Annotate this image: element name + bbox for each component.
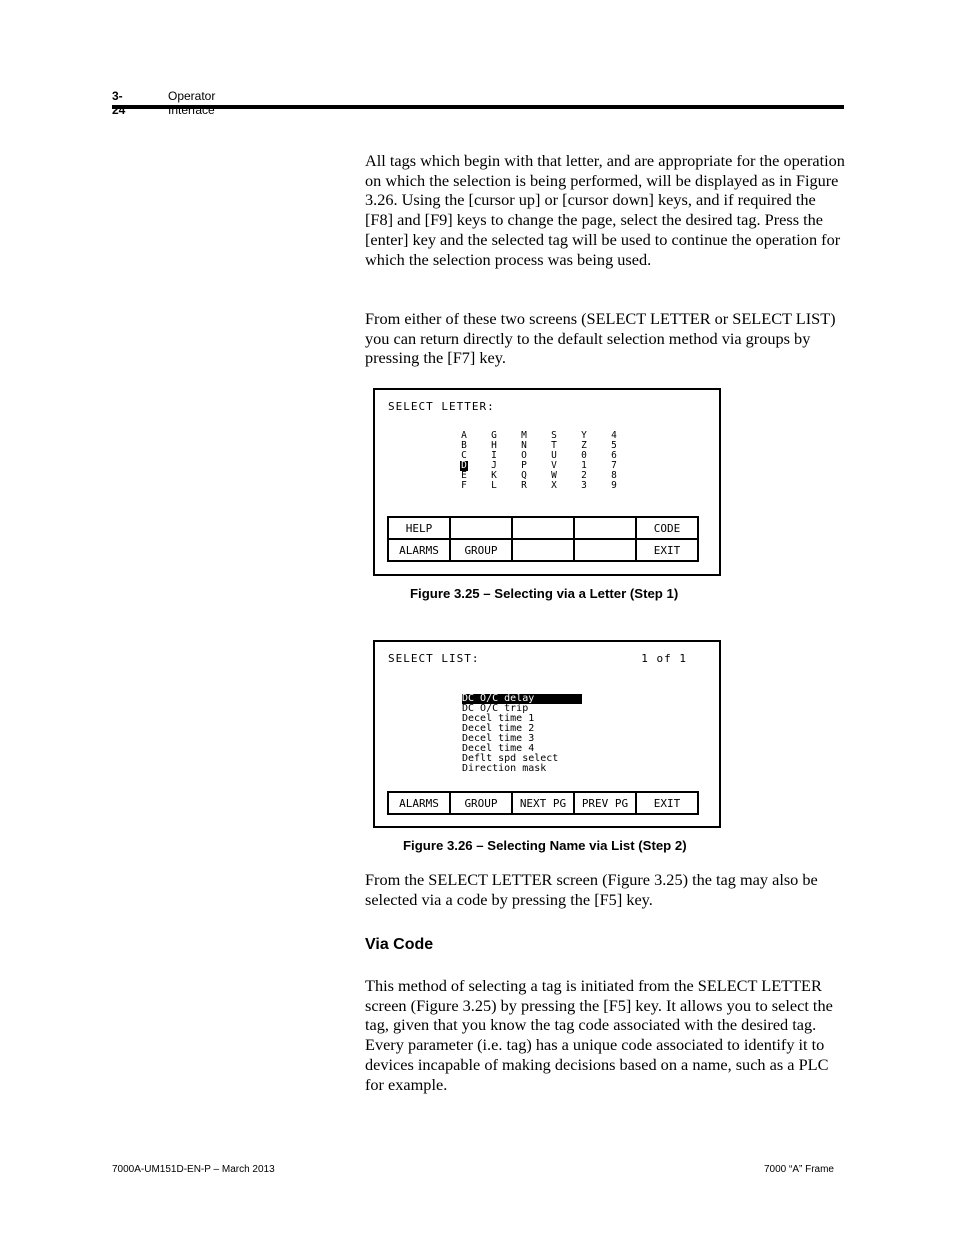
fkey-empty — [449, 516, 513, 540]
paragraph-tag-list: All tags which begin with that letter, a… — [365, 151, 845, 269]
fkey-group[interactable]: GROUP — [449, 538, 513, 562]
letter-grid: ABCDEFGHIJKLMNOPQRSTUVWXYZ0123456789 — [460, 431, 640, 491]
fkey-help[interactable]: HELP — [387, 516, 451, 540]
letter-column: ABCDEF — [460, 431, 490, 491]
paragraph-code-select: From the SELECT LETTER screen (Figure 3.… — [365, 870, 818, 909]
fkey-empty — [573, 516, 637, 540]
figure-caption-3-26: Figure 3.26 – Selecting Name via List (S… — [403, 838, 687, 853]
fkey-alarms[interactable]: ALARMS — [387, 538, 451, 562]
function-keys: ALARMS GROUP NEXT PG PREV PG EXIT — [387, 791, 699, 815]
fkey-exit[interactable]: EXIT — [635, 791, 699, 815]
fkey-empty — [573, 538, 637, 562]
paragraph-via-code: This method of selecting a tag is initia… — [365, 976, 833, 1094]
fkey-exit[interactable]: EXIT — [635, 538, 699, 562]
fkey-code[interactable]: CODE — [635, 516, 699, 540]
tag-list: DC O/C delay DC O/C trip Decel time 1 Decel… — [462, 694, 582, 774]
screen-title: SELECT LIST: — [388, 652, 480, 665]
section-heading: Via Code — [365, 936, 434, 953]
paragraph-return-groups: From either of these two screens (SELECT… — [365, 309, 836, 368]
function-keys: HELP CODE ALARMS GROUP EXIT — [387, 516, 699, 562]
tag-list-item[interactable]: Direction mask — [462, 764, 582, 774]
page-indicator: 1 of 1 — [641, 652, 687, 665]
select-letter-screen: SELECT LETTER: ABCDEFGHIJKLMNOPQRSTUVWXY… — [373, 388, 721, 576]
letter-column: YZ0123 — [580, 431, 610, 491]
fkey-group[interactable]: GROUP — [449, 791, 513, 815]
fkey-empty — [511, 538, 575, 562]
fkey-next-pg[interactable]: NEXT PG — [511, 791, 575, 815]
letter-column: MNOPQR — [520, 431, 550, 491]
select-list-screen: SELECT LIST: 1 of 1 DC O/C delay DC O/C t… — [373, 640, 721, 828]
letter-option[interactable]: 9 — [610, 481, 618, 491]
fkey-empty — [511, 516, 575, 540]
letter-option[interactable]: X — [550, 481, 558, 491]
letter-option[interactable]: 3 — [580, 481, 588, 491]
letter-option[interactable]: F — [460, 481, 468, 491]
fkey-prev-pg[interactable]: PREV PG — [573, 791, 637, 815]
footer-publication: 7000A-UM151D-EN-P – March 2013 — [112, 1164, 275, 1175]
letter-column: GHIJKL — [490, 431, 520, 491]
page-number: 3-24 — [112, 89, 126, 117]
section-title: Operator Interface — [168, 89, 216, 117]
figure-caption-3-25: Figure 3.25 – Selecting via a Letter (St… — [410, 586, 679, 601]
header-rule — [112, 105, 844, 109]
screen-title: SELECT LETTER: — [388, 400, 495, 413]
letter-option[interactable]: R — [520, 481, 528, 491]
letter-column: 456789 — [610, 431, 640, 491]
letter-option[interactable]: L — [490, 481, 498, 491]
letter-column: STUVWX — [550, 431, 580, 491]
fkey-alarms[interactable]: ALARMS — [387, 791, 451, 815]
footer-product: 7000 “A” Frame — [763, 1164, 834, 1175]
